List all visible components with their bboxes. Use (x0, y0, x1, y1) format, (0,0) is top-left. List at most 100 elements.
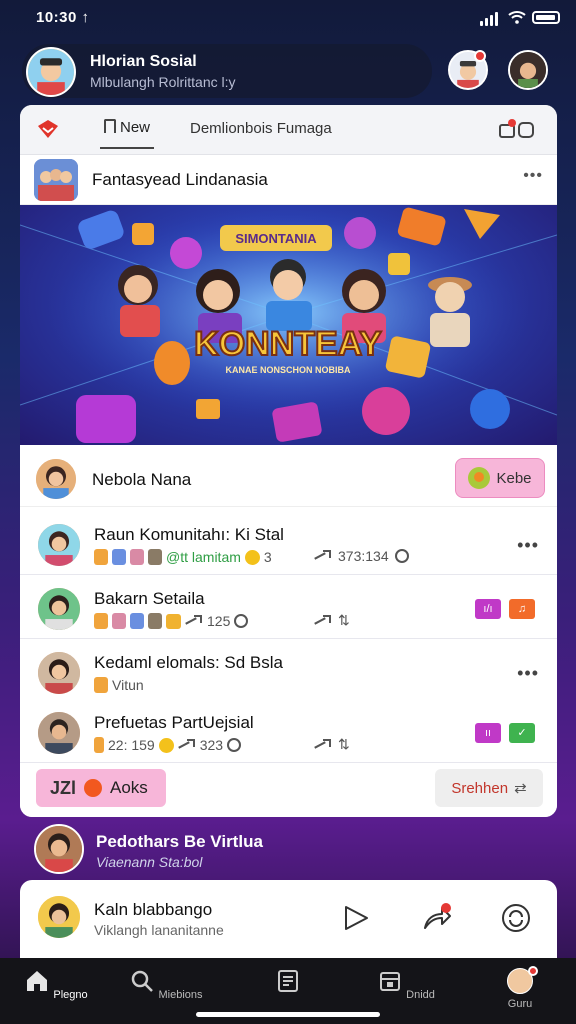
fruit-icon (468, 467, 491, 489)
list-item-more-button[interactable]: ••• (517, 663, 539, 684)
banner-subtitle-text: KANAE NONSCHON NOBIBA (225, 365, 351, 375)
share-icon[interactable] (420, 902, 452, 934)
featured-button-label: Kebe (496, 469, 532, 487)
mini-avatar-icon (94, 549, 108, 565)
now-playing-title: Kaln blabbango (94, 900, 213, 919)
post-author-avatar[interactable] (34, 159, 78, 201)
nav-posts[interactable] (248, 968, 328, 1001)
now-playing-avatar[interactable] (36, 894, 82, 940)
play-icon[interactable] (340, 902, 372, 934)
nav-profile[interactable]: Guru (480, 968, 560, 1010)
banner-illustration: SIMONTANIA KONNTEAY KANAE NONSCHON NOBIB… (20, 205, 557, 445)
promo-row[interactable]: Pedothars Be Virtlua Viaenann Sta:bol (0, 820, 576, 880)
nav-search-label: Miebions (158, 989, 203, 1001)
list-item-tags: ı/ı ♫ (475, 599, 535, 619)
swap-icon: ⇄ (514, 780, 527, 797)
messages-icon[interactable] (497, 117, 537, 141)
gift-icon (166, 613, 181, 629)
featured-name[interactable]: Nebola Nana (92, 470, 191, 490)
comment-icon[interactable] (394, 549, 409, 563)
promo-title: Pedothars Be Virtlua (96, 832, 263, 851)
featured-avatar[interactable] (34, 457, 78, 501)
list-avatar[interactable] (36, 586, 82, 632)
list-item-title: Bakarn Setaila (94, 589, 205, 608)
nav-shop[interactable]: Dnidd (366, 968, 446, 1001)
list-item-handle: @tt lamitam (166, 549, 241, 565)
search-label: Srehhen (451, 779, 509, 797)
status-bar: 10:30 ↑ (0, 0, 576, 36)
post-more-button[interactable]: ••• (523, 167, 543, 185)
list-item-stats: ⇅ (314, 612, 350, 629)
list-avatar[interactable] (36, 650, 82, 696)
mini-avatar-icon (94, 737, 104, 753)
profile-notification-badge (528, 966, 538, 976)
bookmark-icon[interactable]: ⇅ (338, 612, 350, 629)
share-icon[interactable] (314, 738, 332, 752)
tag-badge[interactable]: ♫ (509, 599, 535, 619)
list-item[interactable]: Bakarn Setaila 125 ⇅ ı/ı ♫ (20, 579, 557, 639)
profile-title: Hlorian Sosial (90, 53, 197, 70)
profile-subtitle: Mlbulangh Rolrittanc l:y (90, 74, 236, 90)
list-item-count: 3 (263, 549, 272, 565)
battery-icon (532, 11, 560, 24)
list-item-stat-value: 373:134 (338, 548, 389, 564)
house-icon (104, 119, 116, 133)
featured-row: Nebola Nana Kebe (20, 449, 557, 507)
now-playing-card[interactable]: Kaln blabbango Viklangh lananitanne (20, 880, 557, 958)
nav-profile-label: Guru (507, 998, 533, 1010)
list-item[interactable]: Prefuetas PartUejsial 22: 159 323 ⇅ ıı ✓ (20, 703, 557, 763)
mini-avatar-icon (94, 613, 108, 629)
banner-badge-text: SIMONTANIA (235, 231, 317, 246)
app-logo-icon[interactable] (34, 116, 62, 144)
aoks-label: Aoks (110, 778, 148, 797)
fruit-icon (84, 779, 103, 797)
bookmark-icon[interactable]: ⇅ (338, 736, 350, 753)
share-icon[interactable] (178, 738, 196, 752)
list-avatar[interactable] (36, 522, 82, 568)
post-header: Fantasyead Lindanasia ••• (20, 155, 557, 205)
aoks-button[interactable]: JZl Aoks (36, 769, 166, 807)
list-item-more-button[interactable]: ••• (517, 535, 539, 556)
search-icon (132, 970, 154, 992)
featured-action-button[interactable]: Kebe (455, 458, 545, 498)
refresh-icon[interactable] (500, 902, 532, 934)
tab-second[interactable]: Demlionbois Fumaga (190, 120, 332, 137)
list-item[interactable]: Kedaml elomals: Sd Bsla Vitun ••• (20, 643, 557, 705)
home-icon (27, 971, 48, 991)
promo-avatar[interactable] (34, 824, 84, 874)
share-icon[interactable] (314, 614, 332, 628)
nav-home-label: Plegno (53, 989, 88, 1001)
search-button[interactable]: Srehhen ⇄ (435, 769, 543, 807)
tab-bar: New Demlionbois Fumaga (20, 105, 557, 155)
nav-search[interactable]: Miebions (126, 968, 206, 1001)
share-icon[interactable] (185, 614, 203, 628)
post-author-name[interactable]: Fantasyead Lindanasia (92, 170, 268, 190)
friend-avatar-2[interactable] (508, 50, 548, 90)
tag-badge[interactable]: ı/ı (475, 599, 501, 619)
list-avatar[interactable] (36, 710, 82, 756)
list-item-stats: 373:134 (314, 548, 409, 564)
list-item-title: Raun Komunitahı: Ki Stal (94, 525, 284, 544)
store-icon (380, 972, 401, 991)
document-icon (278, 970, 298, 992)
wifi-icon (508, 11, 526, 24)
nav-home[interactable]: Plegno (16, 968, 96, 1001)
profile-header[interactable]: Hlorian Sosial Mlbulangh Rolrittanc l:y (22, 44, 432, 98)
tab-new[interactable]: New (100, 117, 155, 149)
post-banner-image[interactable]: SIMONTANIA KONNTEAY KANAE NONSCHON NOBIB… (20, 205, 557, 445)
tag-badge[interactable]: ıı (475, 723, 501, 743)
list-item-subtext: Vitun (112, 677, 144, 693)
promo-subtitle: Viaenann Sta:bol (96, 854, 203, 870)
signal-icon (480, 12, 498, 26)
list-item[interactable]: Raun Komunitahı: Ki Stal @tt lamitam 3 3… (20, 515, 557, 575)
list-item-title: Prefuetas PartUejsial (94, 713, 254, 732)
tag-badge[interactable]: ✓ (509, 723, 535, 743)
comment-icon[interactable] (227, 738, 242, 752)
comment-icon[interactable] (234, 614, 249, 628)
user-avatar[interactable] (26, 47, 76, 97)
share-icon[interactable] (314, 549, 332, 563)
status-time: 10:30 ↑ (36, 9, 90, 26)
nav-shop-label: Dnidd (406, 989, 435, 1001)
mini-avatar-icon (130, 613, 144, 629)
home-indicator[interactable] (196, 1012, 380, 1017)
